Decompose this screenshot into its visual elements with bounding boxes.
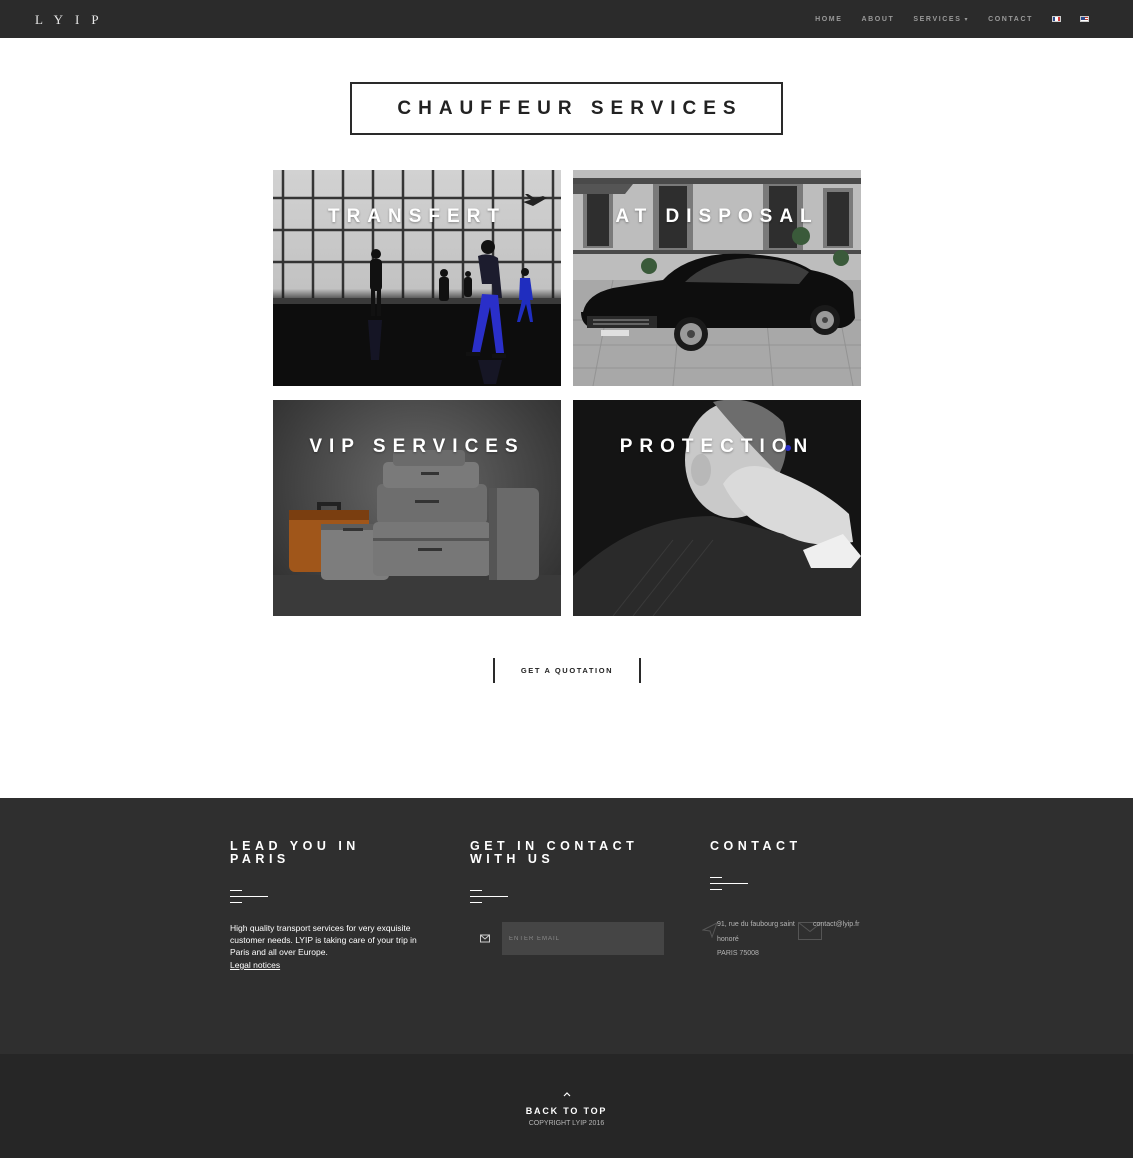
footer-about-title-line2: PARIS [230, 852, 290, 866]
location-arrow-icon [702, 922, 718, 938]
nav-contact[interactable]: CONTACT [988, 16, 1033, 23]
tile-transfert[interactable]: TRANSFERT [273, 170, 561, 386]
footer-contact-column: CONTACT 91, rue du faubourg saint honoré… [702, 839, 930, 957]
footer-contact-title: CONTACT [710, 839, 802, 853]
tile-protection[interactable]: PROTECTION [573, 400, 861, 616]
tile-vip-services[interactable]: VIP SERVICES [273, 400, 561, 616]
address-line2: honoré [717, 935, 739, 943]
airport-terminal-image [273, 170, 561, 386]
back-to-top-label: BACK TO TOP [525, 1106, 608, 1116]
title-underline-decoration [710, 877, 748, 891]
footer-about-title-line1: LEAD YOU IN [230, 839, 360, 853]
footer-newsletter-column: GET IN CONTACT WITH US [470, 840, 690, 955]
bodyguard-image [573, 400, 861, 616]
tile-at-disposal[interactable]: AT DISPOSAL [573, 170, 861, 386]
nav-home[interactable]: HOME [815, 16, 842, 23]
footer-newsletter-title: GET IN CONTACT WITH US [470, 840, 690, 866]
footer-about-column: LEAD YOU IN PARIS High quality transport … [230, 840, 450, 970]
french-flag-icon[interactable] [1052, 16, 1061, 22]
luggage-image [273, 450, 561, 616]
legal-notices-link[interactable]: Legal notices [230, 960, 280, 970]
back-to-top-button[interactable]: BACK TO TOP [0, 1084, 1133, 1116]
footer-about-title: LEAD YOU IN PARIS [230, 840, 450, 866]
tile-vip-services-label: VIP SERVICES [309, 436, 525, 457]
footer-about-text: High quality transport services for very… [230, 923, 417, 957]
get-quotation-label: GET A QUOTATION [520, 666, 614, 675]
email-input[interactable] [502, 922, 664, 955]
chevron-down-icon: ▾ [964, 16, 970, 23]
address-line3: PARIS 75008 [717, 950, 759, 957]
tile-transfert-label: TRANSFERT [327, 206, 507, 227]
chevron-up-icon [563, 1092, 570, 1097]
address-line1: 91, rue du faubourg saint [717, 921, 795, 928]
tile-protection-label: PROTECTION [619, 436, 815, 457]
title-underline-decoration [470, 890, 508, 904]
bottom-bar: BACK TO TOP COPYRIGHT LYIP 2016 [0, 1054, 1133, 1158]
nav-services-label: SERVICES [913, 15, 962, 23]
get-quotation-button[interactable]: GET A QUOTATION [493, 658, 641, 683]
nav-services[interactable]: SERVICES ▾ [913, 16, 969, 23]
logo[interactable]: LYIP [35, 12, 111, 28]
footer-newsletter-title-line1: GET IN CONTACT [470, 839, 639, 853]
tile-at-disposal-label: AT DISPOSAL [615, 206, 819, 227]
footer: LEAD YOU IN PARIS High quality transport … [0, 798, 1133, 1054]
us-flag-icon[interactable] [1080, 16, 1089, 22]
footer-newsletter-title-line2: WITH US [470, 852, 555, 866]
title-underline-decoration [230, 890, 268, 904]
envelope-icon [480, 934, 490, 942]
page-title-box: CHAUFFEUR SERVICES [350, 82, 783, 135]
contact-email[interactable]: contact@lyip.fr [813, 918, 859, 933]
main-menu: HOME ABOUT SERVICES ▾ CONTACT [796, 0, 1089, 38]
luxury-car-image [573, 170, 861, 386]
nav-about[interactable]: ABOUT [862, 16, 895, 23]
page-title: CHAUFFEUR SERVICES [397, 97, 743, 119]
copyright: COPYRIGHT LYIP 2016 [528, 1120, 605, 1127]
footer-address: 91, rue du faubourg saint honoré PARIS 7… [717, 918, 795, 962]
email-form [480, 922, 664, 955]
top-navbar: LYIP HOME ABOUT SERVICES ▾ CONTACT [0, 0, 1133, 38]
